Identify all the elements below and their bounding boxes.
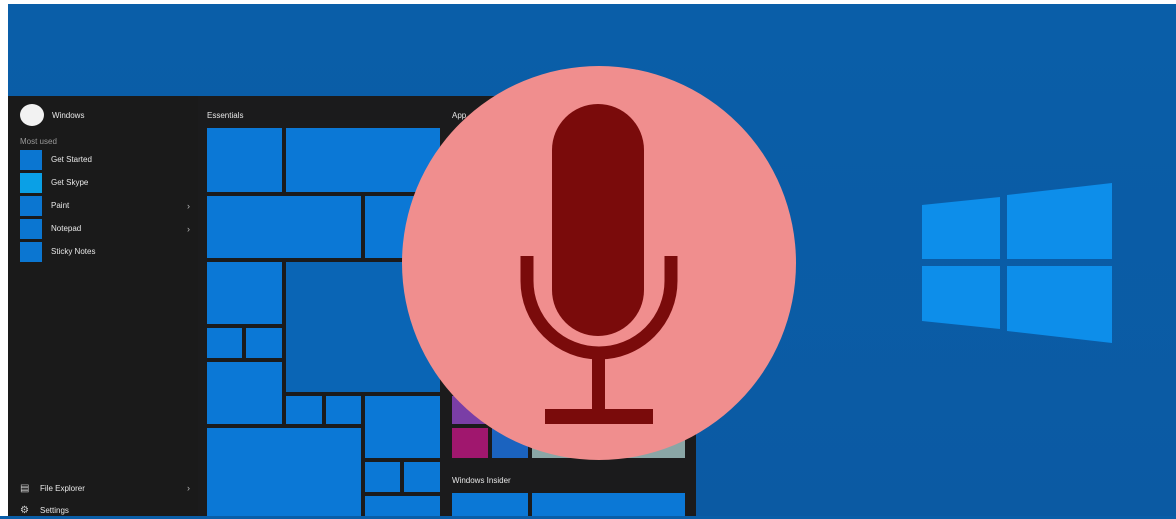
app-item-sticky-notes[interactable]: Sticky Notes — [20, 240, 190, 263]
settings-label: Settings — [40, 505, 69, 515]
app-item-get-started[interactable]: Get Started — [20, 148, 190, 171]
chevron-right-icon[interactable]: › — [187, 201, 190, 211]
top-border — [0, 0, 1176, 4]
tile[interactable] — [207, 328, 242, 358]
tile[interactable] — [365, 496, 440, 516]
start-rail: Windows Most used Get Started Get Skype … — [8, 96, 198, 516]
windows-logo-icon — [922, 183, 1112, 343]
most-used-label: Most used — [20, 137, 57, 146]
tile[interactable] — [286, 396, 322, 424]
tile[interactable] — [404, 462, 440, 492]
tile[interactable] — [207, 428, 361, 516]
tile[interactable] — [365, 462, 400, 492]
most-used-list: Get Started Get Skype Paint › Notepad › … — [20, 148, 190, 263]
user-name: Windows — [52, 110, 85, 120]
tile[interactable] — [207, 128, 282, 192]
tile[interactable] — [246, 328, 282, 358]
app-label: Notepad — [51, 224, 82, 233]
gear-icon: ⚙ — [20, 504, 29, 516]
group-essentials-label: Essentials — [207, 111, 244, 120]
tile[interactable] — [207, 362, 282, 424]
paint-icon — [20, 195, 42, 216]
app-item-paint[interactable]: Paint › — [20, 194, 190, 217]
chevron-right-icon[interactable]: › — [187, 483, 190, 493]
tile[interactable] — [207, 262, 282, 324]
skype-icon — [20, 172, 42, 193]
tile[interactable] — [532, 493, 685, 516]
left-border — [0, 0, 8, 516]
tile[interactable] — [452, 493, 528, 516]
settings-item[interactable]: ⚙ Settings — [20, 501, 190, 519]
user-account[interactable]: Windows — [20, 104, 84, 126]
folder-icon: ▤ — [20, 482, 30, 494]
file-explorer-item[interactable]: ▤ File Explorer › — [20, 479, 190, 497]
group-windows-insider-label: Windows Insider — [452, 476, 511, 485]
microphone-icon — [520, 104, 678, 424]
notepad-icon — [20, 218, 42, 239]
sticky-notes-icon — [20, 241, 42, 262]
chevron-right-icon[interactable]: › — [187, 224, 190, 234]
app-label: Get Skype — [51, 178, 89, 187]
get-started-icon — [20, 149, 42, 170]
tile[interactable] — [207, 196, 361, 258]
app-label: Sticky Notes — [51, 247, 96, 256]
tile[interactable] — [326, 396, 361, 424]
app-label: Get Started — [51, 155, 92, 164]
avatar — [20, 104, 44, 126]
app-label: Paint — [51, 201, 70, 210]
app-item-get-skype[interactable]: Get Skype — [20, 171, 190, 194]
file-explorer-label: File Explorer — [40, 483, 85, 493]
app-item-notepad[interactable]: Notepad › — [20, 217, 190, 240]
